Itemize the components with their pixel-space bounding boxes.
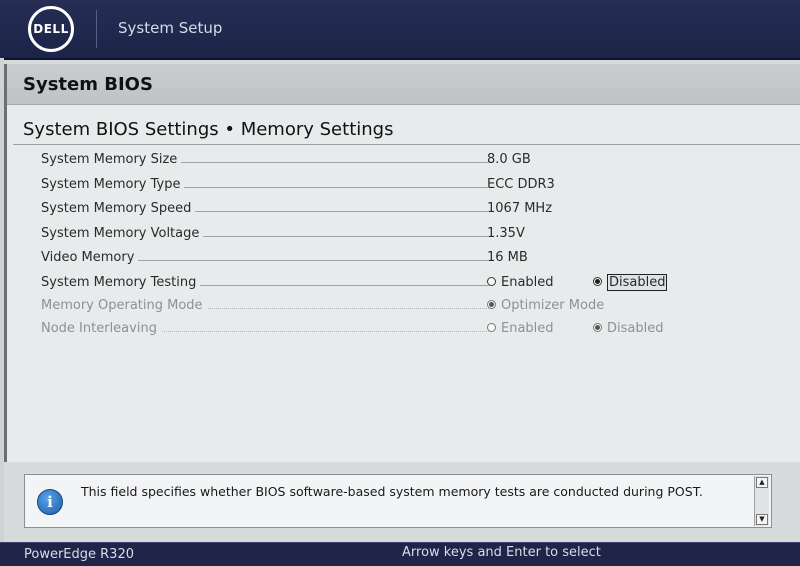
setting-row-memory-size[interactable]: System Memory Size 8.0 GB	[41, 152, 800, 172]
panel-header: System BIOS	[7, 64, 800, 105]
title-divider	[13, 144, 800, 145]
radio-label: Enabled	[501, 275, 554, 290]
radio-label-focused: Disabled	[607, 274, 668, 291]
radio-option-optimizer: Optimizer Mode	[487, 298, 604, 313]
setting-row-memory-type[interactable]: System Memory Type ECC DDR3	[41, 177, 800, 197]
dell-logo: DELL	[28, 6, 74, 52]
radio-option-disabled[interactable]: Disabled	[593, 274, 668, 291]
main-panel: System BIOS System BIOS Settings • Memor…	[4, 64, 800, 462]
setting-value: ECC DDR3	[487, 177, 555, 192]
page-title: System BIOS Settings • Memory Settings	[23, 119, 394, 140]
scroll-up-icon[interactable]: ▲	[756, 477, 768, 488]
radio-label: Disabled	[607, 321, 664, 336]
setting-row-video-memory[interactable]: Video Memory 16 MB	[41, 250, 800, 270]
setting-row-memory-testing[interactable]: System Memory Testing Enabled Disabled	[41, 274, 800, 295]
radio-option-disabled: Disabled	[593, 321, 663, 336]
radio-label: Optimizer Mode	[501, 298, 605, 313]
top-header: DELL System Setup	[0, 0, 800, 60]
help-scrollbar[interactable]: ▲ ▼	[754, 476, 769, 526]
setting-row-memory-voltage[interactable]: System Memory Voltage 1.35V	[41, 226, 800, 246]
info-icon: i	[37, 489, 63, 515]
app-title: System Setup	[118, 19, 223, 37]
setting-row-memory-speed[interactable]: System Memory Speed 1067 MHz	[41, 201, 800, 221]
help-text: This field specifies whether BIOS softwa…	[81, 484, 703, 499]
setting-value: 8.0 GB	[487, 152, 531, 167]
header-divider	[96, 10, 97, 48]
radio-selected-icon	[593, 323, 602, 332]
footer-bar: PowerEdge R320 Arrow keys and Enter to s…	[0, 542, 800, 566]
radio-label: Enabled	[501, 321, 554, 336]
setting-label: Video Memory	[41, 250, 139, 265]
setting-label: System Memory Type	[41, 177, 185, 192]
panel-title: System BIOS	[23, 74, 153, 95]
setting-label: System Memory Speed	[41, 201, 196, 216]
logo-text: DELL	[33, 22, 69, 36]
setting-row-operating-mode: Memory Operating Mode Optimizer Mode	[41, 298, 800, 318]
radio-selected-icon[interactable]	[593, 277, 602, 286]
setting-label: System Memory Testing	[41, 275, 201, 290]
setting-label: System Memory Size	[41, 152, 182, 167]
radio-option-enabled: Enabled	[487, 321, 554, 336]
setting-label: Memory Operating Mode	[41, 298, 207, 313]
model-name: PowerEdge R320	[24, 547, 134, 562]
setting-label: System Memory Voltage	[41, 226, 204, 241]
help-panel: i This field specifies whether BIOS soft…	[24, 474, 772, 528]
setting-row-node-interleaving: Node Interleaving Enabled Disabled	[41, 321, 800, 341]
setting-value: 16 MB	[487, 250, 528, 265]
radio-option-enabled[interactable]: Enabled	[487, 275, 554, 290]
setting-label: Node Interleaving	[41, 321, 161, 336]
scroll-down-icon[interactable]: ▼	[756, 514, 768, 525]
setting-value: 1067 MHz	[487, 201, 553, 216]
navigation-hint: Arrow keys and Enter to select	[402, 545, 601, 560]
setting-value: 1.35V	[487, 226, 525, 241]
